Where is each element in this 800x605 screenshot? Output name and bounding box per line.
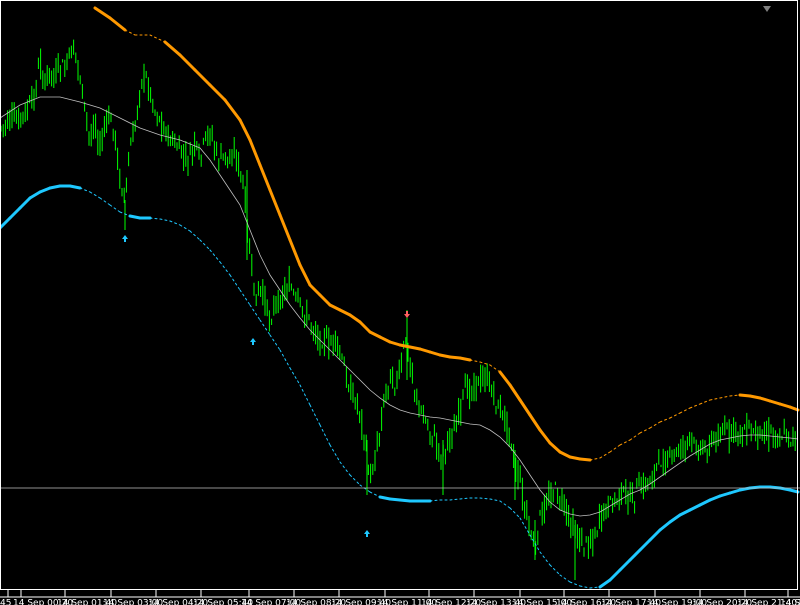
upper-band-segment xyxy=(748,394,762,400)
lower-band-segment xyxy=(378,495,392,501)
lower-band-segment xyxy=(388,497,402,502)
lower-band-segment xyxy=(788,488,800,494)
upper-band-segment xyxy=(578,457,592,462)
lower-band-segment xyxy=(128,214,142,220)
chart-window: 45 14 Sep 00:20 14 Sep 01:40 14 Sep 03:00 14… xyxy=(0,0,800,605)
upper-band-segment xyxy=(458,356,472,362)
upper-band-segment xyxy=(408,345,422,351)
price-chart[interactable]: 45 14 Sep 00:2014 Sep 01:4014 Sep 03:0014… xyxy=(0,0,800,605)
lower-band-segment xyxy=(68,184,82,190)
upper-band-segment xyxy=(438,353,452,359)
upper-band-segment xyxy=(448,355,462,360)
upper-band-segment xyxy=(568,455,582,461)
lower-band-segment xyxy=(398,498,412,503)
time-tick-label: 45 xyxy=(0,599,11,605)
upper-band-segment xyxy=(738,393,752,398)
lower-band-segment xyxy=(48,184,62,190)
upper-band-segment xyxy=(398,343,412,349)
